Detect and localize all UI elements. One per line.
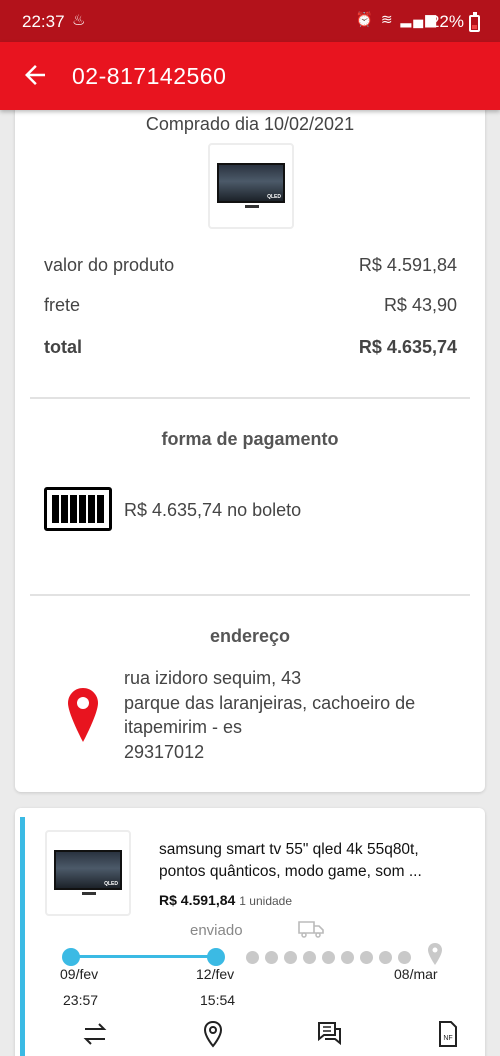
- product-quantity: 1 unidade: [239, 894, 293, 908]
- truck-icon: [298, 921, 324, 938]
- product-image[interactable]: QLED: [208, 143, 294, 229]
- tracking-status: enviado: [190, 922, 243, 939]
- step1-time: 23:57: [63, 992, 99, 1008]
- divider: [30, 397, 470, 399]
- tv-logo: QLED: [104, 881, 118, 887]
- total-value: R$ 4.635,74: [358, 337, 457, 357]
- divider: [30, 594, 470, 596]
- purchase-date: Comprado dia 10/02/2021: [145, 114, 355, 134]
- payment-method: R$ 4.635,74 no boleto: [124, 500, 302, 520]
- tracking-step-pending: [341, 951, 354, 964]
- step2-time: 15:54: [200, 992, 236, 1008]
- total-row: total R$ 4.635,74: [44, 337, 457, 358]
- tv-stand: [82, 892, 96, 895]
- step1-date: 09/fev: [60, 966, 99, 982]
- tracking-step-pending: [303, 951, 316, 964]
- product-price: R$ 4.591,84 1 unidade: [159, 892, 292, 908]
- tv-image: QLED: [217, 163, 285, 203]
- back-arrow-icon[interactable]: [20, 60, 50, 90]
- order-summary-card: Comprado dia 10/02/2021 QLED valor do pr…: [15, 100, 485, 792]
- product-name-line: pontos quânticos, modo game, som ...: [159, 863, 422, 880]
- destination-pin-icon: [428, 943, 442, 965]
- shipping-value: R$ 43,90: [383, 295, 457, 315]
- page-title: 02-817142560: [72, 63, 227, 89]
- tracking-step-pending: [322, 951, 335, 964]
- chat-icon[interactable]: [315, 1019, 345, 1049]
- total-label: total: [44, 337, 82, 357]
- notification-icon: ♨: [72, 12, 86, 29]
- tv-stand: [245, 205, 259, 208]
- svg-text:NF: NF: [443, 1035, 452, 1042]
- location-icon[interactable]: [198, 1019, 228, 1049]
- tracking-step-pending: [379, 951, 392, 964]
- app-bar: 02-817142560: [0, 42, 500, 110]
- tracking-step-pending: [265, 951, 278, 964]
- shipping-label: frete: [44, 295, 81, 315]
- product-thumbnail[interactable]: QLED: [45, 830, 131, 916]
- tracking-step-pending: [246, 951, 259, 964]
- barcode-icon: [44, 487, 112, 531]
- payment-title: forma de pagamento: [161, 429, 339, 449]
- product-name-line: samsung smart tv 55" qled 4k 55q80t,: [159, 841, 419, 858]
- address-title: endereço: [209, 626, 291, 646]
- address-zip: 29317012: [124, 741, 205, 762]
- address-street: rua izidoro sequim, 43: [124, 668, 302, 688]
- tv-image: QLED: [54, 850, 122, 890]
- location-pin-icon: [68, 688, 98, 742]
- tracking-step-pending: [398, 951, 411, 964]
- product-value-label: valor do produto: [44, 255, 175, 275]
- system-icons: ⏰ ≋ ▂▄▆: [355, 11, 438, 27]
- battery-icon: [469, 12, 480, 32]
- tv-logo: QLED: [267, 194, 281, 200]
- tracking-step-pending: [360, 951, 373, 964]
- product-value-row: valor do produto R$ 4.591,84: [44, 255, 457, 276]
- product-name[interactable]: samsung smart tv 55" qled 4k 55q80t, pon…: [159, 839, 469, 883]
- step3-date: 08/mar: [394, 966, 438, 982]
- shipping-row: frete R$ 43,90: [44, 295, 457, 316]
- invoice-icon[interactable]: NF: [433, 1019, 463, 1049]
- address-district: parque das laranjeiras, cachoeiro de: [124, 692, 416, 713]
- status-time: 22:37: [22, 12, 65, 31]
- product-value: R$ 4.591,84: [358, 255, 457, 275]
- exchange-icon[interactable]: [80, 1019, 110, 1049]
- product-price-value: R$ 4.591,84: [159, 892, 236, 908]
- status-accent-bar: [20, 817, 25, 1056]
- tracking-step-pending: [284, 951, 297, 964]
- step2-date: 12/fev: [196, 966, 235, 982]
- address-text: rua izidoro sequim, 43 parque das laranj…: [124, 666, 415, 764]
- battery-percent: 22%: [429, 12, 464, 31]
- status-bar: 22:37 ♨ ⏰ ≋ ▂▄▆ 22%: [0, 0, 500, 42]
- address-city: itapemirim - es: [124, 717, 243, 737]
- tracking-step-done: [62, 948, 80, 966]
- tracking-progress-line: [71, 955, 216, 958]
- shipment-card[interactable]: QLED samsung smart tv 55" qled 4k 55q80t…: [15, 808, 485, 1056]
- tracking-step-done: [207, 948, 225, 966]
